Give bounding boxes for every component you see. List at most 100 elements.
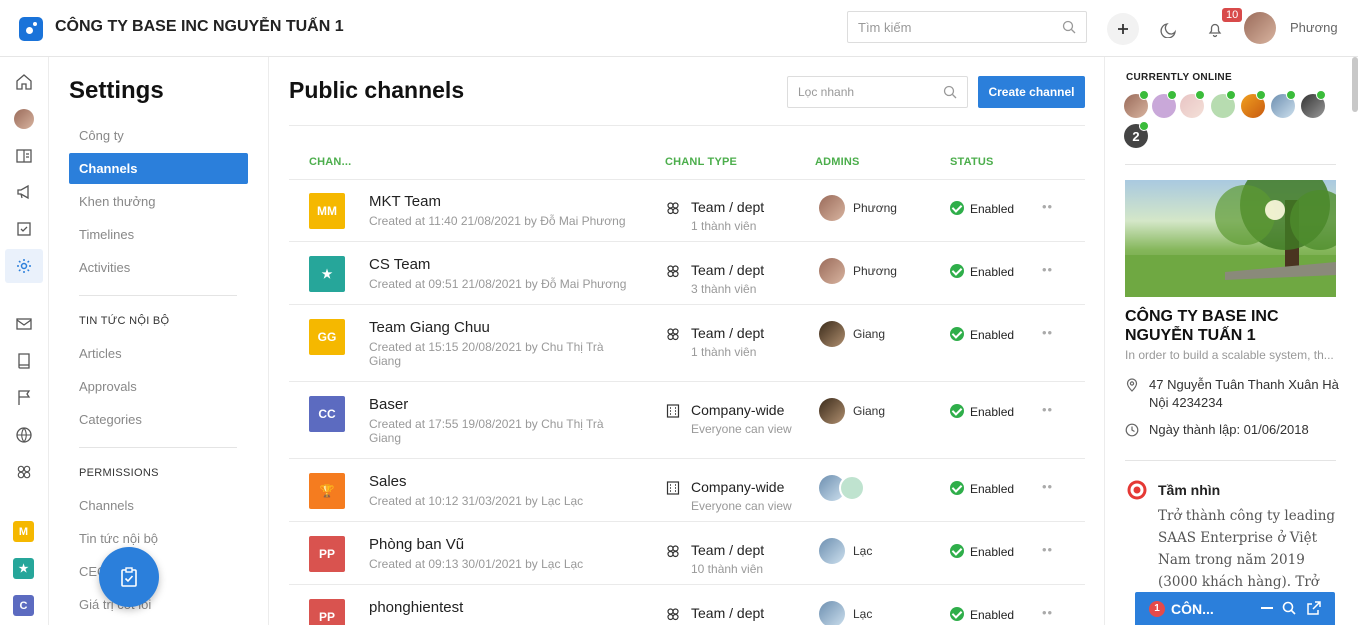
admin-name: Lạc (853, 544, 873, 558)
user-name[interactable]: Phương (1290, 20, 1338, 35)
settings-item-categories[interactable]: Categories (69, 404, 248, 435)
vision-title: Tầm nhìn (1158, 482, 1221, 498)
quick-filter-input[interactable]: Lọc nhanh (787, 76, 968, 108)
settings-item-company[interactable]: Công ty (69, 120, 248, 151)
admin-name: Giang (853, 404, 886, 418)
globe-icon (16, 427, 32, 443)
channel-name[interactable]: phonghientest (369, 599, 463, 616)
channel-type: Team / dept (691, 605, 765, 621)
minimize-icon[interactable] (1261, 607, 1273, 609)
rail-inbox[interactable] (5, 307, 43, 341)
channel-status: Enabled (970, 545, 1015, 559)
settings-item-activities[interactable]: Activities (69, 252, 248, 283)
row-more-button[interactable]: •• (1042, 402, 1053, 417)
row-more-button[interactable]: •• (1042, 542, 1053, 557)
rail-book[interactable] (5, 344, 43, 378)
row-more-button[interactable]: •• (1042, 262, 1053, 277)
settings-item-timelines[interactable]: Timelines (69, 219, 248, 250)
channel-icon: 🏆 (309, 473, 345, 509)
col-admins[interactable]: ADMINS (815, 156, 860, 168)
section-internal-news: TIN TỨC NỘI BỘ (79, 315, 170, 327)
add-button[interactable] (1107, 13, 1139, 45)
icon-rail: M ★ C (0, 57, 49, 625)
rail-channel-star[interactable]: ★ (13, 558, 34, 579)
channel-name[interactable]: Team Giang Chuu (369, 319, 490, 336)
rail-tasks[interactable] (5, 212, 43, 246)
col-type[interactable]: CHANL TYPE (665, 156, 737, 168)
online-dot (1139, 121, 1149, 131)
channel-name[interactable]: MKT Team (369, 193, 441, 210)
channel-row[interactable]: 🏆 Sales Created at 10:12 31/03/2021 by Lạc… (289, 459, 1085, 522)
col-channel[interactable]: CHAN... (309, 156, 351, 168)
admin-avatar[interactable] (819, 195, 845, 221)
channel-type: Company-wide (691, 479, 785, 495)
user-avatar[interactable] (1244, 12, 1276, 44)
search-icon (943, 85, 957, 99)
rail-announcements[interactable] (5, 175, 43, 209)
external-link-icon[interactable] (1307, 601, 1321, 615)
create-channel-button[interactable]: Create channel (978, 76, 1085, 108)
row-more-button[interactable]: •• (1042, 605, 1053, 620)
channel-name[interactable]: Phòng ban Vũ (369, 536, 464, 553)
app-logo[interactable] (19, 17, 43, 41)
admin-avatar[interactable] (839, 475, 865, 501)
admin-avatar[interactable] (819, 538, 845, 564)
channel-row[interactable]: PP Phòng ban Vũ Created at 09:13 30/01/202… (289, 522, 1085, 585)
channel-name[interactable]: Baser (369, 396, 408, 413)
channel-meta: Created at 10:12 31/03/2021 by Lạc Lạc (369, 494, 584, 508)
admin-avatar[interactable] (819, 601, 845, 625)
settings-item-rewards[interactable]: Khen thưởng (69, 186, 248, 217)
admin-avatar[interactable] (819, 321, 845, 347)
rail-apps[interactable] (5, 455, 43, 489)
gear-icon (17, 259, 31, 273)
filter-placeholder: Lọc nhanh (798, 85, 855, 99)
online-dot (1226, 90, 1236, 100)
perm-item-news[interactable]: Tin tức nội bộ (69, 523, 248, 554)
settings-item-channels[interactable]: Channels (69, 153, 248, 184)
settings-item-articles[interactable]: Articles (69, 338, 248, 369)
row-more-button[interactable]: •• (1042, 325, 1053, 340)
admin-avatar[interactable] (819, 398, 845, 424)
page-scrollbar[interactable] (1352, 57, 1358, 112)
admin-name: Lạc (853, 607, 873, 621)
channel-status: Enabled (970, 328, 1015, 342)
channel-row[interactable]: GG Team Giang Chuu Created at 15:15 20/08/… (289, 305, 1085, 382)
dark-mode-toggle[interactable] (1153, 13, 1185, 45)
enabled-check-icon (950, 264, 964, 278)
home-icon (16, 74, 32, 90)
channel-type-sub: 1 thành viên (691, 219, 757, 233)
channel-row[interactable]: CC Baser Created at 17:55 19/08/2021 by Ch… (289, 382, 1085, 459)
rail-profile[interactable] (5, 102, 43, 136)
admin-avatar[interactable] (819, 258, 845, 284)
rail-flag[interactable] (5, 381, 43, 415)
online-dot (1286, 90, 1296, 100)
channel-row[interactable]: ★ CS Team Created at 09:51 21/08/2021 by Đ… (289, 242, 1085, 305)
rail-channel-m[interactable]: M (13, 521, 34, 542)
clipboard-check-icon (121, 567, 137, 587)
channel-status: Enabled (970, 405, 1015, 419)
row-more-button[interactable]: •• (1042, 479, 1053, 494)
search-icon[interactable] (1282, 601, 1296, 615)
channel-name[interactable]: CS Team (369, 256, 430, 273)
perm-item-core-values[interactable]: Giá trị cốt lõi (69, 589, 248, 620)
col-status[interactable]: STATUS (950, 156, 994, 168)
rail-home[interactable] (5, 65, 43, 99)
rail-newsfeed[interactable] (5, 139, 43, 173)
settings-item-approvals[interactable]: Approvals (69, 371, 248, 402)
online-dot (1316, 90, 1326, 100)
rail-channel-c[interactable]: C (13, 595, 34, 616)
row-more-button[interactable]: •• (1042, 199, 1053, 214)
search-input[interactable]: Tìm kiếm (847, 11, 1087, 43)
channel-type: Team / dept (691, 325, 765, 341)
company-panel: CURRENTLY ONLINE 2 CÔNG TY BASE INC NGUY… (1104, 57, 1358, 625)
channel-type-sub: 1 thành viên (691, 345, 757, 359)
channel-row[interactable]: PP phonghientest Team / dept Lạc Enabled •• (289, 585, 1085, 625)
channel-row[interactable]: MM MKT Team Created at 11:40 21/08/2021 by… (289, 179, 1085, 242)
building-icon (666, 481, 680, 495)
channel-name[interactable]: Sales (369, 473, 407, 490)
rail-globe[interactable] (5, 418, 43, 452)
quick-task-button[interactable] (99, 547, 159, 607)
chat-bar[interactable]: 1 CÔN... (1135, 592, 1335, 625)
rail-settings[interactable] (5, 249, 43, 283)
perm-item-channels[interactable]: Channels (69, 490, 248, 521)
